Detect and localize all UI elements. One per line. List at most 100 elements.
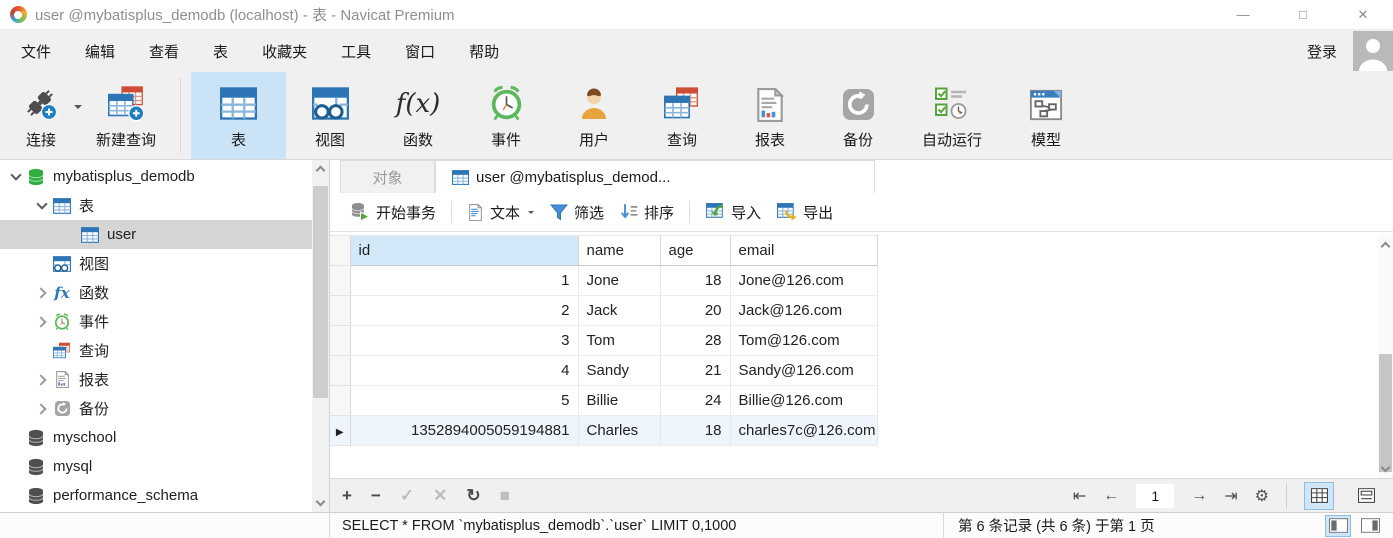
info-pane-toggle[interactable] xyxy=(1357,515,1383,537)
cell-age[interactable]: 21 xyxy=(660,356,730,386)
settings-button[interactable]: ⚙ xyxy=(1255,486,1269,506)
toolbar-button-new-query[interactable]: 新建查询 xyxy=(82,72,170,159)
scroll-down-icon[interactable] xyxy=(312,495,329,512)
tab-user-table[interactable]: user @mybatisplus_demod... xyxy=(435,160,875,193)
discard-changes-button[interactable]: ✕ xyxy=(433,486,447,506)
tree-item-functions[interactable]: fx 函数 xyxy=(0,278,312,307)
toolbar-button-connection[interactable]: 连接 xyxy=(8,72,74,159)
cell-id[interactable]: 2 xyxy=(350,296,578,326)
tab-objects[interactable]: 对象 xyxy=(340,160,435,193)
menu-item-tools[interactable]: 工具 xyxy=(324,30,388,72)
last-page-button[interactable]: ⇥ xyxy=(1224,486,1237,506)
delete-record-button[interactable]: − xyxy=(371,486,381,506)
tree-item-database-mybatisplus-demodb[interactable]: mybatisplus_demodb xyxy=(0,162,312,191)
cell-email[interactable]: Billie@126.com xyxy=(730,386,877,416)
text-dropdown-caret[interactable] xyxy=(528,211,534,217)
menu-item-help[interactable]: 帮助 xyxy=(452,30,516,72)
cell-id[interactable]: 3 xyxy=(350,326,578,356)
cell-id[interactable]: 4 xyxy=(350,356,578,386)
cell-name[interactable]: Billie xyxy=(578,386,660,416)
cell-name[interactable]: Tom xyxy=(578,326,660,356)
connection-dropdown-caret[interactable] xyxy=(74,105,82,113)
user-avatar-icon[interactable] xyxy=(1353,31,1393,71)
cell-age[interactable]: 20 xyxy=(660,296,730,326)
table-row[interactable]: 4 Sandy 21 Sandy@126.com xyxy=(330,356,877,386)
menu-item-favorites[interactable]: 收藏夹 xyxy=(245,30,324,72)
tree-item-reports[interactable]: 报表 xyxy=(0,365,312,394)
scroll-up-icon[interactable] xyxy=(312,160,329,177)
import-button[interactable]: 导入 xyxy=(697,198,769,226)
login-button[interactable]: 登录 xyxy=(1301,41,1343,62)
toolbar-button-users[interactable]: 用户 xyxy=(550,72,638,159)
prev-page-button[interactable]: ← xyxy=(1103,487,1119,505)
toolbar-button-tables[interactable]: 表 xyxy=(191,72,286,159)
grid-scrollbar[interactable] xyxy=(1378,236,1393,478)
tree-item-database-mysql[interactable]: mysql xyxy=(0,452,312,481)
chevron-down-icon[interactable] xyxy=(10,169,21,180)
cell-age[interactable]: 24 xyxy=(660,386,730,416)
table-row[interactable]: 5 Billie 24 Billie@126.com xyxy=(330,386,877,416)
cell-name[interactable]: Jack xyxy=(578,296,660,326)
sidebar-scrollbar[interactable] xyxy=(312,160,329,512)
cell-id[interactable]: 1352894005059194881 xyxy=(350,416,578,446)
toolbar-button-functions[interactable]: f(x) 函数 xyxy=(374,72,462,159)
tree-item-tables[interactable]: 表 xyxy=(0,191,312,220)
tree-item-views[interactable]: 视图 xyxy=(0,249,312,278)
nav-pane-toggle[interactable] xyxy=(1325,515,1351,537)
column-header-id[interactable]: id xyxy=(350,236,578,266)
cell-email[interactable]: Sandy@126.com xyxy=(730,356,877,386)
stop-button[interactable]: ■ xyxy=(500,486,510,506)
cell-email[interactable]: Tom@126.com xyxy=(730,326,877,356)
toolbar-button-views[interactable]: 视图 xyxy=(286,72,374,159)
next-page-button[interactable]: → xyxy=(1191,487,1207,505)
column-header-age[interactable]: age xyxy=(660,236,730,266)
chevron-right-icon[interactable] xyxy=(35,374,46,385)
table-row[interactable]: 3 Tom 28 Tom@126.com xyxy=(330,326,877,356)
toolbar-button-model[interactable]: 模型 xyxy=(1002,72,1090,159)
tree-item-database-myschool[interactable]: myschool xyxy=(0,423,312,452)
toolbar-button-automation[interactable]: 自动运行 xyxy=(902,72,1002,159)
scroll-down-icon[interactable] xyxy=(1378,461,1393,478)
tree-item-backups[interactable]: 备份 xyxy=(0,394,312,423)
menu-item-window[interactable]: 窗口 xyxy=(388,30,452,72)
table-row[interactable]: 2 Jack 20 Jack@126.com xyxy=(330,296,877,326)
page-number-input[interactable]: 1 xyxy=(1136,484,1174,508)
menu-item-file[interactable]: 文件 xyxy=(4,30,68,72)
maximize-button[interactable]: □ xyxy=(1273,0,1333,29)
text-button[interactable]: 文本 xyxy=(459,198,542,226)
cell-id[interactable]: 5 xyxy=(350,386,578,416)
cell-email[interactable]: charles7c@126.com xyxy=(730,416,877,446)
tree-item-events[interactable]: 事件 xyxy=(0,307,312,336)
tree-item-database-performance-schema[interactable]: performance_schema xyxy=(0,481,312,510)
scroll-up-icon[interactable] xyxy=(1378,236,1393,253)
tree-item-table-user[interactable]: user xyxy=(0,220,312,249)
column-header-name[interactable]: name xyxy=(578,236,660,266)
close-button[interactable]: ✕ xyxy=(1333,0,1393,29)
sort-button[interactable]: 排序 xyxy=(612,198,682,226)
begin-transaction-button[interactable]: 开始事务 xyxy=(342,198,444,226)
chevron-right-icon[interactable] xyxy=(35,403,46,414)
chevron-down-icon[interactable] xyxy=(36,198,47,209)
toolbar-button-queries[interactable]: 查询 xyxy=(638,72,726,159)
row-marker-header[interactable] xyxy=(330,236,350,266)
toolbar-button-reports[interactable]: 报表 xyxy=(726,72,814,159)
column-header-email[interactable]: email xyxy=(730,236,877,266)
minimize-button[interactable]: — xyxy=(1213,0,1273,29)
refresh-button[interactable]: ↻ xyxy=(466,486,480,506)
chevron-right-icon[interactable] xyxy=(35,287,46,298)
menu-item-view[interactable]: 查看 xyxy=(132,30,196,72)
tree-item-queries[interactable]: 查询 xyxy=(0,336,312,365)
cell-id[interactable]: 1 xyxy=(350,266,578,296)
form-view-button[interactable] xyxy=(1351,482,1381,510)
apply-changes-button[interactable]: ✓ xyxy=(400,486,414,506)
cell-age[interactable]: 18 xyxy=(660,416,730,446)
grid-scrollbar-thumb[interactable] xyxy=(1379,354,1392,472)
sidebar-scrollbar-thumb[interactable] xyxy=(313,186,328,398)
export-button[interactable]: 导出 xyxy=(769,198,841,226)
cell-age[interactable]: 18 xyxy=(660,266,730,296)
filter-button[interactable]: 筛选 xyxy=(542,198,612,226)
cell-name[interactable]: Charles xyxy=(578,416,660,446)
cell-email[interactable]: Jone@126.com xyxy=(730,266,877,296)
cell-name[interactable]: Jone xyxy=(578,266,660,296)
add-record-button[interactable]: + xyxy=(342,486,352,506)
